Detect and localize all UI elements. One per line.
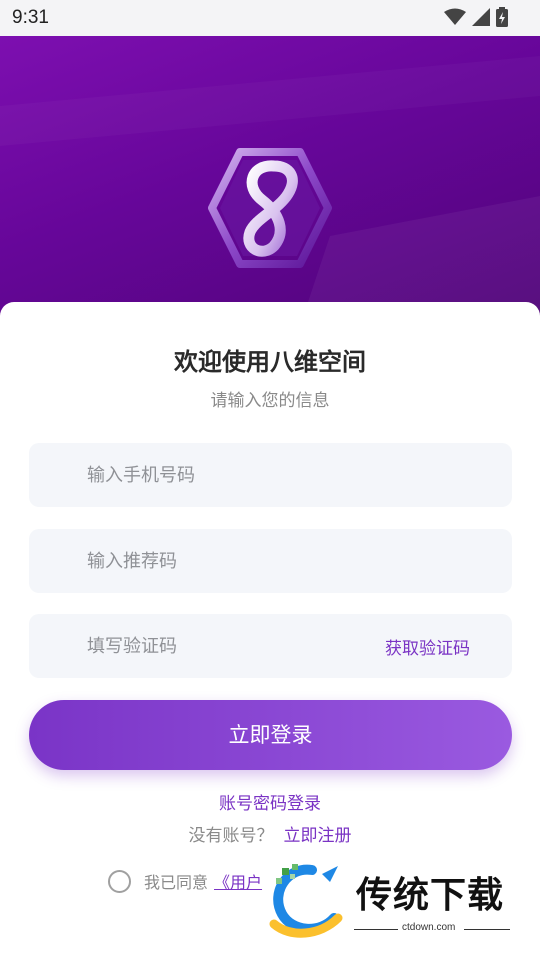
- password-login-link[interactable]: 账号密码登录: [0, 789, 540, 814]
- signal-icon: [472, 8, 490, 26]
- header-banner: [0, 36, 540, 326]
- status-icons: [444, 7, 508, 27]
- agreement-text: 我已同意: [144, 873, 209, 892]
- verification-code-input[interactable]: [87, 614, 367, 678]
- watermark-logo-icon: [269, 864, 343, 938]
- register-link[interactable]: 立即注册: [284, 826, 352, 846]
- page-title: 欢迎使用八维空间: [174, 348, 366, 376]
- status-time: 9:31: [12, 7, 49, 28]
- referral-code-input[interactable]: [87, 529, 367, 593]
- phone-field[interactable]: [29, 443, 512, 507]
- no-account-text: 没有账号？: [188, 826, 274, 846]
- phone-input[interactable]: [87, 443, 367, 507]
- get-code-button[interactable]: 获取验证码: [385, 634, 470, 659]
- watermark-url: ctdown.com: [402, 922, 456, 933]
- login-button[interactable]: 立即登录: [29, 700, 512, 770]
- agreement-radio[interactable]: [108, 869, 131, 893]
- agreement-row: 我已同意 《用户: [108, 869, 262, 893]
- user-agreement-link[interactable]: 《用户: [214, 869, 262, 893]
- wifi-icon: [444, 8, 466, 25]
- verification-field[interactable]: 获取验证码: [29, 614, 512, 678]
- page-subtitle: 请输入您的信息: [210, 391, 330, 411]
- watermark-title: 传统下载: [356, 875, 505, 916]
- battery-icon: [496, 7, 508, 27]
- status-bar: 9:31: [0, 0, 540, 36]
- watermark-line-left: [354, 929, 398, 930]
- watermark: 传统下载 ctdown.com: [268, 862, 530, 940]
- register-row: 没有账号？ 立即注册: [0, 821, 540, 846]
- hexagon-eight-logo-icon: [208, 148, 332, 268]
- watermark-line-right: [464, 929, 510, 930]
- referral-field[interactable]: [29, 529, 512, 593]
